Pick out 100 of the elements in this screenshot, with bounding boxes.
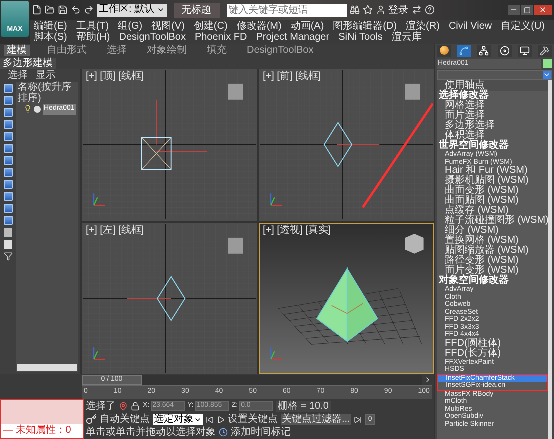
viewport[interactable]: [+] [顶] [线框] xyxy=(82,69,257,220)
command-panel-tab[interactable] xyxy=(457,44,472,56)
close-button[interactable] xyxy=(534,5,552,15)
command-panel-tab[interactable] xyxy=(498,44,512,56)
viewport-label[interactable]: [+] [透视] [真实] xyxy=(263,224,332,236)
object-icon xyxy=(34,106,41,113)
viewport[interactable]: [+] [前] [线框] xyxy=(259,69,434,220)
next-frame-icon[interactable] xyxy=(424,376,432,384)
menu-item[interactable]: 渲染(R) xyxy=(406,21,440,32)
modifier-list-item[interactable]: Hair 和 Fur (WSM) xyxy=(437,166,548,176)
clock-icon[interactable] xyxy=(219,428,228,437)
listener-input[interactable] xyxy=(1,400,83,424)
modifier-list-item[interactable]: 多边形选择 xyxy=(437,121,548,131)
open-folder-icon[interactable] xyxy=(45,5,55,15)
star-icon[interactable] xyxy=(362,5,373,15)
save-icon[interactable] xyxy=(58,5,68,15)
go-to-start-icon[interactable] xyxy=(206,416,214,424)
scrollbar[interactable] xyxy=(548,80,552,439)
ribbon-tab[interactable]: 选择 xyxy=(104,45,130,56)
menu-item[interactable]: 图形编辑器(D) xyxy=(333,21,398,32)
go-to-end-icon[interactable] xyxy=(354,416,362,424)
undo-icon[interactable] xyxy=(71,5,81,15)
modifier-list-item[interactable]: 面片变形 (WSM) xyxy=(437,266,548,276)
filter-icon[interactable] xyxy=(4,252,12,261)
command-panel-tab[interactable] xyxy=(538,44,552,56)
ribbon-tab[interactable]: 自由形式 xyxy=(44,45,90,56)
exchange-icon[interactable] xyxy=(412,5,422,15)
modifier-list-item[interactable]: 置换网格 (WSM) xyxy=(437,236,548,246)
command-panel-tab[interactable] xyxy=(437,44,451,56)
redo-icon[interactable] xyxy=(84,5,94,15)
key-filters-button[interactable]: 关键点过滤器... xyxy=(281,414,352,425)
viewport[interactable]: [+] [透视] [真实] xyxy=(259,222,434,374)
lightbulb-icon[interactable] xyxy=(24,105,32,114)
modifier-list-item[interactable]: 细分 (WSM) xyxy=(437,226,548,236)
search-field[interactable]: 键入关键字或短语 xyxy=(226,4,347,16)
menu-item[interactable]: 修改器(M) xyxy=(236,21,282,32)
maximize-button[interactable] xyxy=(521,5,533,15)
menu-item[interactable]: 动画(A) xyxy=(290,21,324,32)
help-icon[interactable] xyxy=(424,5,435,15)
menu-item[interactable]: Phoenix FD xyxy=(194,32,248,43)
minimize-button[interactable] xyxy=(508,5,520,15)
axis-tripod-icon xyxy=(93,194,106,206)
menu-item[interactable]: 组(G) xyxy=(118,21,143,32)
modifier-list-item[interactable]: 路径变形 (WSM) xyxy=(437,256,548,266)
modifier-list-item[interactable]: 摄影机贴图 (WSM) xyxy=(437,176,548,186)
pinned-modifier[interactable]: 使用轴点 xyxy=(437,80,548,91)
viewport[interactable]: [+] [左] [线框] xyxy=(82,222,257,374)
add-time-tag-button[interactable]: 添加时间标记 xyxy=(231,427,291,438)
modifier-list-item[interactable]: 曲面变形 (WSM) xyxy=(437,186,548,196)
explorer-tab[interactable]: 选择 xyxy=(8,70,28,81)
object-color-swatch[interactable] xyxy=(543,59,552,68)
scrollbar[interactable] xyxy=(17,364,77,371)
play-icon[interactable] xyxy=(217,416,225,424)
ribbon-tab[interactable]: 对象绘制 xyxy=(144,45,190,56)
menu-item[interactable]: 视图(V) xyxy=(152,21,185,32)
new-file-icon[interactable] xyxy=(32,5,42,15)
menu-item[interactable]: 渲云库 xyxy=(392,32,422,43)
viewport-label[interactable]: [+] [顶] [线框] xyxy=(86,71,144,82)
set-key-button[interactable]: 设置关键点 xyxy=(228,414,278,425)
modifier-list-item[interactable]: 体积选择 xyxy=(437,131,548,141)
menu-item[interactable]: Project Manager xyxy=(256,32,330,43)
auto-key-button[interactable]: 自动关键点 xyxy=(100,414,150,425)
ribbon-panel-tab[interactable]: 多边形建模 xyxy=(0,58,56,68)
menu-item[interactable]: Civil View xyxy=(448,21,492,32)
command-panel-tab[interactable] xyxy=(518,44,532,56)
listener-output[interactable]: — 未知属性：0 xyxy=(1,424,83,438)
viewport-label[interactable]: [+] [前] [线框] xyxy=(263,71,322,82)
lock-icon[interactable] xyxy=(131,402,140,410)
menu-item[interactable]: DesignToolBox xyxy=(119,32,186,43)
user-icon[interactable] xyxy=(376,5,386,15)
menu-item[interactable]: SiNi Tools xyxy=(338,32,383,43)
command-panel-tab[interactable] xyxy=(477,44,492,56)
modifier-list-item[interactable]: 粒子流碰撞图形 (WSM) xyxy=(437,216,548,226)
modifier-list-item[interactable]: 面片选择 xyxy=(437,111,548,121)
ribbon-tab[interactable]: 建模 xyxy=(4,45,30,56)
key-icon[interactable] xyxy=(86,414,97,425)
column-header[interactable]: 名称(按升序排序) xyxy=(16,82,78,104)
ribbon-tab[interactable]: 填充 xyxy=(204,45,230,56)
ribbon-tab[interactable]: DesignToolBox xyxy=(244,45,317,56)
modifier-list-item[interactable]: FFD(长方体) xyxy=(437,348,548,358)
menu-item[interactable]: 创建(C) xyxy=(194,21,228,32)
modifier-list-item[interactable]: FFD(圆柱体) xyxy=(437,338,548,348)
menu-item[interactable]: 脚本(S) xyxy=(34,32,68,43)
hierarchy-icon xyxy=(479,46,490,56)
binoculars-icon[interactable] xyxy=(350,5,360,15)
menu-item[interactable]: 工具(T) xyxy=(76,21,110,32)
modifier-list-item[interactable]: 点缓存 (WSM) xyxy=(437,206,548,216)
explorer-tab[interactable]: 显示 xyxy=(36,70,56,81)
viewport-label[interactable]: [+] [左] [线框] xyxy=(86,224,144,236)
login-link[interactable]: 登录 xyxy=(388,2,409,18)
modifier-list-item[interactable]: 网格选择 xyxy=(437,101,548,111)
modifier-list-item[interactable]: 曲面贴图 (WSM) xyxy=(437,196,548,206)
modifier-list-item[interactable]: 贴图缩放器 (WSM) xyxy=(437,246,548,256)
menu-item[interactable]: 帮助(H) xyxy=(76,32,110,43)
view-cube-icon[interactable] xyxy=(405,233,424,254)
workspace-dropdown[interactable]: 工作区: 默认 xyxy=(97,4,167,16)
menu-item[interactable]: 编辑(E) xyxy=(34,21,68,32)
pin-icon[interactable] xyxy=(119,402,128,410)
menu-item[interactable]: 自定义(U) xyxy=(501,21,545,32)
key-mode-dropdown[interactable]: 选定对象 xyxy=(153,414,203,425)
